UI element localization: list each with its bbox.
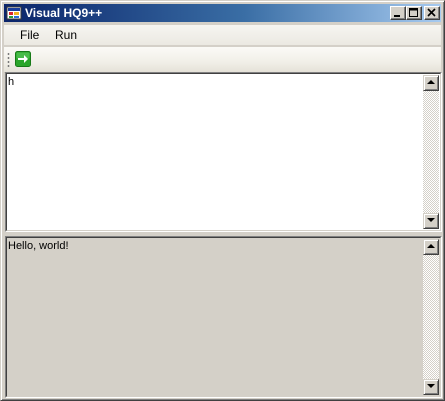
close-button[interactable]: [424, 6, 440, 20]
output-scroll-up-button[interactable]: [423, 239, 439, 255]
toolbar: [4, 47, 441, 73]
window-title: Visual HQ9++: [25, 6, 103, 20]
maximize-icon: [409, 8, 418, 17]
code-editor[interactable]: h: [5, 72, 442, 232]
output-text: Hello, world!: [8, 240, 69, 252]
editor-vertical-scrollbar[interactable]: [423, 75, 439, 229]
output-scroll-down-button[interactable]: [423, 379, 439, 395]
editor-scroll-up-button[interactable]: [423, 75, 439, 91]
app-icon[interactable]: [6, 5, 22, 21]
maximize-button[interactable]: [406, 6, 422, 20]
arrow-up-icon: [427, 244, 435, 248]
minimize-button[interactable]: [390, 6, 406, 20]
menu-file[interactable]: File: [20, 29, 39, 42]
minimize-icon: [394, 15, 400, 17]
toolbar-grip[interactable]: [7, 52, 10, 68]
close-icon: [427, 8, 436, 17]
arrow-down-icon: [427, 218, 435, 222]
menu-run[interactable]: Run: [55, 29, 77, 42]
menu-bar: File Run: [4, 25, 441, 45]
output-box: Hello, world!: [5, 236, 442, 398]
arrow-up-icon: [427, 80, 435, 84]
output-vertical-scrollbar[interactable]: [423, 239, 439, 395]
app-window: Visual HQ9++ File Run h Hello, world!: [0, 0, 445, 401]
editor-scroll-down-button[interactable]: [423, 213, 439, 229]
code-editor-text[interactable]: h: [8, 76, 14, 88]
title-bar[interactable]: Visual HQ9++: [4, 4, 441, 22]
run-button[interactable]: [15, 51, 31, 67]
arrow-down-icon: [427, 384, 435, 388]
